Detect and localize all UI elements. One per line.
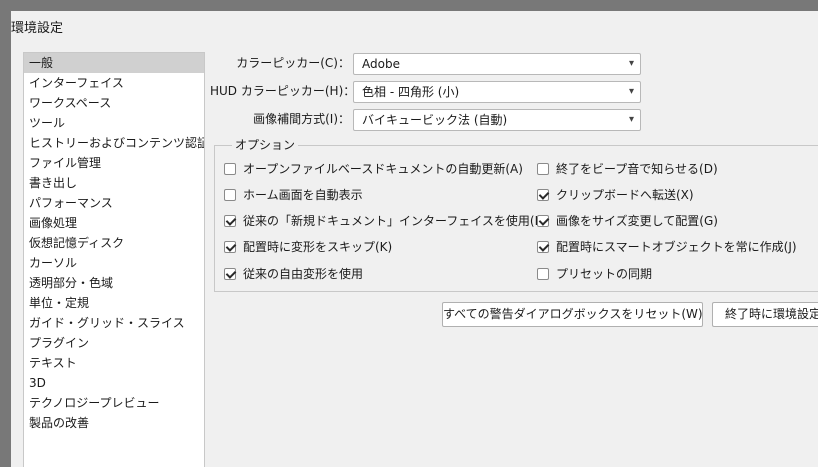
option-label: ホーム画面を自動表示	[243, 188, 363, 202]
interpolation-value: バイキュービック法 (自動)	[362, 113, 508, 127]
sidebar-item-interface[interactable]: インターフェイス	[24, 73, 204, 93]
interpolation-label: 画像補間方式(I)：	[253, 112, 350, 126]
option-label: 従来の自由変形を使用	[243, 267, 364, 281]
sidebar-item-cursors[interactable]: カーソル	[24, 253, 204, 273]
chevron-down-icon: ▾	[628, 58, 634, 69]
option-label: クリップボードへ転送(X)	[556, 188, 694, 202]
sidebar-item-units[interactable]: 単位・定規	[24, 293, 204, 313]
hud-color-picker-select[interactable]: 色相 - 四角形 (小) ▾	[353, 81, 641, 103]
checkbox-icon[interactable]	[224, 163, 236, 175]
option-label: 配置時に変形をスキップ(K)	[243, 240, 393, 254]
checkbox-icon[interactable]	[224, 189, 236, 201]
sidebar-item-workspace[interactable]: ワークスペース	[24, 93, 204, 113]
reset-warnings-button[interactable]: すべての警告ダイアログボックスをリセット(W)	[442, 302, 703, 327]
checkbox-icon[interactable]	[537, 268, 549, 280]
sidebar-item-history[interactable]: ヒストリーおよびコンテンツ認証情報	[24, 133, 204, 153]
color-picker-label: カラーピッカー(C)：	[236, 56, 350, 70]
window-title: 環境設定	[11, 21, 64, 36]
checkbox-icon[interactable]	[224, 215, 236, 227]
checkbox-icon[interactable]	[537, 163, 549, 175]
hud-color-picker-label: HUD カラーピッカー(H)：	[210, 84, 356, 98]
desktop-background-top	[0, 0, 818, 11]
option-label: 従来の「新規ドキュメント」インターフェイスを使用(L)	[243, 214, 546, 228]
sidebar-item-plugins[interactable]: プラグイン	[24, 333, 204, 353]
option-skip-transform[interactable]: 配置時に変形をスキップ(K)	[224, 238, 392, 256]
option-beep-when-done[interactable]: 終了をビープ音で知らせる(D)	[537, 160, 718, 178]
sidebar-item-tools[interactable]: ツール	[24, 113, 204, 133]
sidebar-item-technology-previews[interactable]: テクノロジープレビュー	[24, 393, 204, 413]
sidebar-item-scratch-disks[interactable]: 仮想記憶ディスク	[24, 233, 204, 253]
option-resize-on-place[interactable]: 画像をサイズ変更して配置(G)	[537, 212, 718, 230]
option-show-home[interactable]: ホーム画面を自動表示	[224, 186, 363, 204]
interpolation-select[interactable]: バイキュービック法 (自動) ▾	[353, 109, 641, 131]
sidebar-item-export[interactable]: 書き出し	[24, 173, 204, 193]
options-group-title: オプション	[232, 137, 299, 153]
chevron-down-icon: ▾	[628, 86, 634, 97]
sidebar-item-type[interactable]: テキスト	[24, 353, 204, 373]
color-picker-value: Adobe	[362, 57, 400, 71]
option-label: オープンファイルベースドキュメントの自動更新(A)	[243, 162, 523, 176]
checkbox-icon[interactable]	[537, 215, 549, 227]
option-label: 画像をサイズ変更して配置(G)	[556, 214, 718, 228]
sidebar-item-file-handling[interactable]: ファイル管理	[24, 153, 204, 173]
checkbox-icon[interactable]	[537, 241, 549, 253]
sidebar-item-image-processing[interactable]: 画像処理	[24, 213, 204, 233]
option-label: プリセットの同期	[556, 267, 653, 281]
checkbox-icon[interactable]	[224, 268, 236, 280]
option-legacy-free-transform[interactable]: 従来の自由変形を使用	[224, 265, 363, 283]
option-sync-presets[interactable]: プリセットの同期	[537, 265, 652, 283]
sidebar-item-3d[interactable]: 3D	[24, 373, 204, 393]
preferences-sidebar: 一般 インターフェイス ワークスペース ツール ヒストリーおよびコンテンツ認証情…	[23, 52, 205, 467]
checkbox-icon[interactable]	[224, 241, 236, 253]
hud-color-picker-value: 色相 - 四角形 (小)	[362, 85, 460, 99]
sidebar-item-performance[interactable]: パフォーマンス	[24, 193, 204, 213]
option-export-clipboard[interactable]: クリップボードへ転送(X)	[537, 186, 694, 204]
sidebar-item-product-improvement[interactable]: 製品の改善	[24, 413, 204, 433]
sidebar-item-general[interactable]: 一般	[24, 53, 204, 73]
sidebar-item-transparency[interactable]: 透明部分・色域	[24, 273, 204, 293]
chevron-down-icon: ▾	[628, 114, 634, 125]
option-auto-update[interactable]: オープンファイルベースドキュメントの自動更新(A)	[224, 160, 523, 178]
option-label: 終了をビープ音で知らせる(D)	[556, 162, 718, 176]
sidebar-item-guides[interactable]: ガイド・グリッド・スライス	[24, 313, 204, 333]
option-legacy-new-doc[interactable]: 従来の「新規ドキュメント」インターフェイスを使用(L)	[224, 212, 546, 230]
option-label: 配置時にスマートオブジェクトを常に作成(J)	[556, 240, 797, 254]
color-picker-select[interactable]: Adobe ▾	[353, 53, 641, 75]
reset-on-quit-button[interactable]: 終了時に環境設定	[712, 302, 818, 327]
option-smart-objects[interactable]: 配置時にスマートオブジェクトを常に作成(J)	[537, 238, 797, 256]
desktop-background-left	[0, 0, 11, 467]
checkbox-icon[interactable]	[537, 189, 549, 201]
